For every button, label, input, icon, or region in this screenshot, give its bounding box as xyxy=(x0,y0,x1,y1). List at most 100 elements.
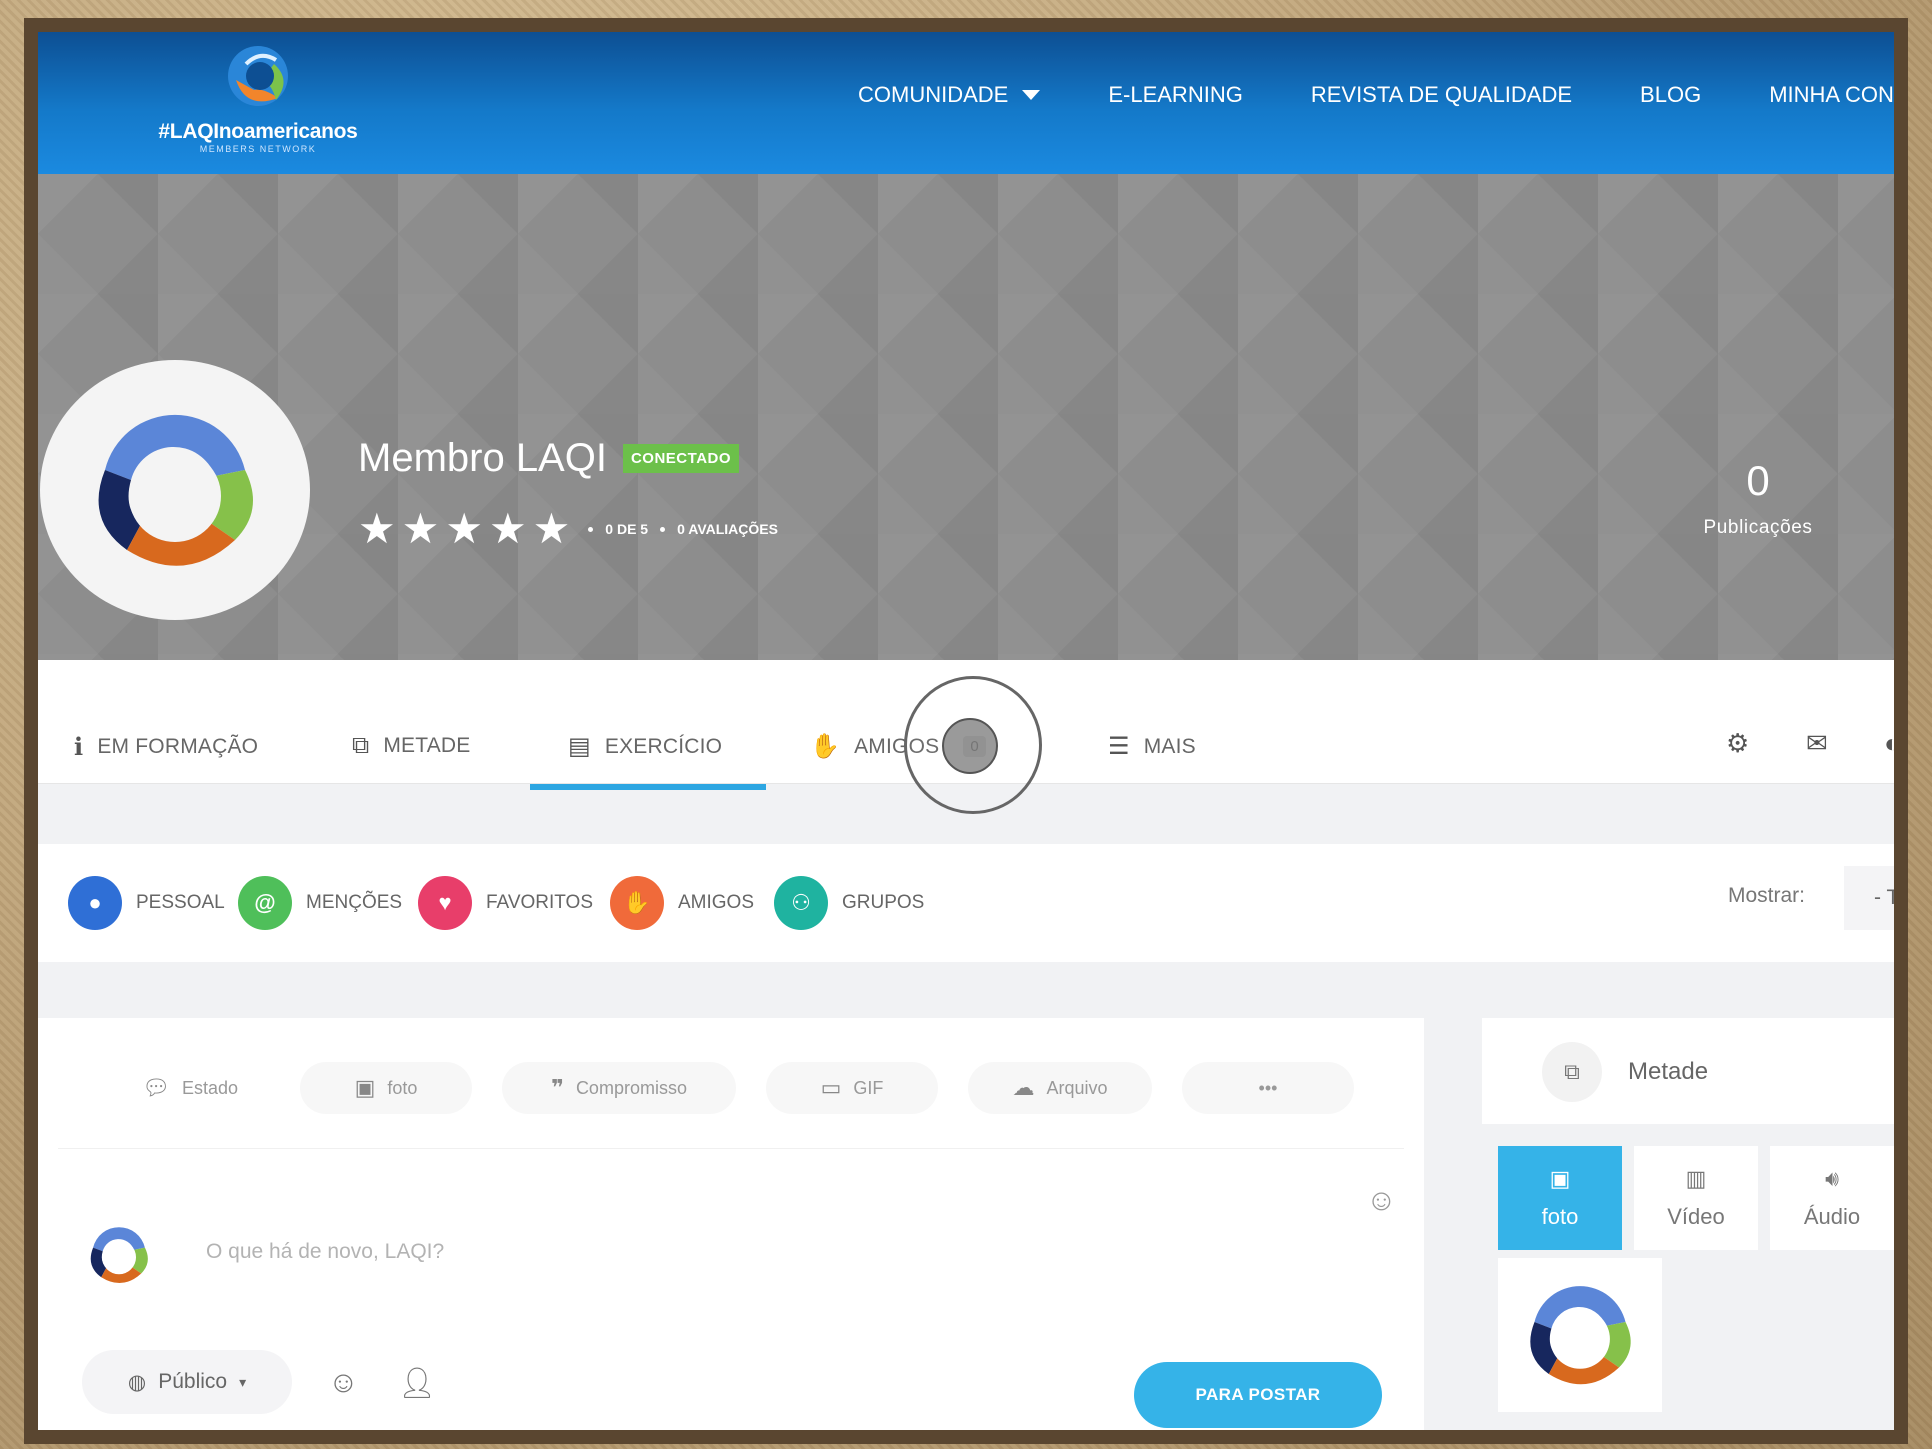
group-icon: ⚇ xyxy=(774,876,828,930)
media-thumbnail[interactable] xyxy=(1498,1258,1662,1412)
media-widget-header: ⧉ Metade xyxy=(1482,1018,1894,1124)
heart-icon: ♥ xyxy=(418,876,472,930)
privacy-select[interactable]: ◍ Público ▾ xyxy=(82,1350,292,1414)
id-card-icon: ▤ xyxy=(568,733,591,760)
filter-label: FAVORITOS xyxy=(486,892,593,913)
browser-screen: #LAQInoamericanos MEMBERS NETWORK COMUNI… xyxy=(38,32,1894,1430)
laqi-logo-icon xyxy=(98,414,253,566)
media-tab-label: Vídeo xyxy=(1667,1204,1725,1229)
image-icon: ▣ xyxy=(1549,1166,1571,1191)
nav-item-minha-conta[interactable]: MINHA CON xyxy=(1769,82,1894,108)
nav-item-blog[interactable]: BLOG xyxy=(1640,82,1701,108)
logo-text: #LAQInoamericanos xyxy=(158,120,358,143)
separator-dot xyxy=(660,526,666,532)
photo-frame: #LAQInoamericanos MEMBERS NETWORK COMUNI… xyxy=(24,18,1908,1444)
activity-filter-bar: ● PESSOAL @ MENÇÕES ♥ FAVORITOS ✋ AMIGOS… xyxy=(38,844,1894,962)
composer-avatar xyxy=(82,1218,156,1292)
touch-point-indicator xyxy=(942,718,998,774)
post-button[interactable]: PARA POSTAR xyxy=(1134,1362,1382,1428)
rating-meta: 0 DE 5 0 AVALIAÇÕES xyxy=(588,521,778,537)
stat-value: 0 xyxy=(1746,457,1770,504)
chat-icon: 💬︎ xyxy=(142,1075,170,1100)
nav-item-comunidade[interactable]: COMUNIDADE xyxy=(858,82,1041,108)
filter-label: AMIGOS xyxy=(678,892,755,913)
caret-down-icon xyxy=(1022,90,1041,100)
stat-publicacoes[interactable]: 0 Publicações xyxy=(1678,457,1838,539)
globe-icon[interactable]: ◐ xyxy=(1884,728,1894,759)
tab-mais[interactable]: ☰ MAIS xyxy=(1108,732,1196,761)
logo-mark-icon xyxy=(228,46,288,106)
post-composer: 💬︎ Estado ▣ foto ❞ Compromisso ▭ GIF ☁ A… xyxy=(38,1018,1424,1430)
reviews-count: 0 AVALIAÇÕES xyxy=(677,521,778,537)
tab-metade[interactable]: ⧉ METADE xyxy=(352,732,471,760)
star-rating[interactable]: ★ ★ ★ ★ ★ xyxy=(358,508,570,550)
composer-tab-arquivo[interactable]: ☁ Arquivo xyxy=(968,1062,1152,1114)
composer-tab-compromisso[interactable]: ❞ Compromisso xyxy=(502,1062,736,1114)
gif-icon: ▭ xyxy=(820,1075,842,1100)
tab-label: EXERCÍCIO xyxy=(604,734,723,758)
composer-tab-estado[interactable]: 💬︎ Estado xyxy=(110,1062,270,1114)
media-tab-video[interactable]: ▥ Vídeo xyxy=(1634,1146,1758,1250)
logo-subtitle: MEMBERS NETWORK xyxy=(199,144,317,154)
profile-name: Membro LAQI CONECTADO xyxy=(358,436,740,481)
composer-tab-label: Estado xyxy=(181,1077,238,1098)
filter-grupos[interactable]: ⚇ GRUPOS xyxy=(774,876,924,930)
tab-em-formacao[interactable]: i EM FORMAÇÃO xyxy=(74,732,258,761)
nav-item-label: COMUNIDADE xyxy=(858,82,1009,107)
star-icon: ★ xyxy=(358,505,396,552)
separator-dot xyxy=(588,526,594,532)
filter-label: MENÇÕES xyxy=(306,892,403,913)
laqi-logo-icon xyxy=(90,1227,148,1284)
composer-tab-more[interactable]: ••• xyxy=(1182,1062,1354,1114)
nav-item-e-learning[interactable]: E-LEARNING xyxy=(1108,82,1242,108)
composer-tab-label: Compromisso xyxy=(575,1077,687,1098)
info-icon: i xyxy=(74,732,84,761)
composer-tab-label: GIF xyxy=(853,1077,884,1098)
media-icon: ⧉ xyxy=(1542,1042,1602,1102)
composer-tab-foto[interactable]: ▣ foto xyxy=(300,1062,472,1114)
show-select[interactable]: - T xyxy=(1844,866,1894,930)
profile-name-text: Membro LAQI xyxy=(358,436,607,480)
emoji-icon[interactable]: ☺ xyxy=(1366,1184,1397,1218)
composer-tab-gif[interactable]: ▭ GIF xyxy=(766,1062,938,1114)
composer-divider xyxy=(58,1148,1404,1149)
filter-mencoes[interactable]: @ MENÇÕES xyxy=(238,876,402,930)
active-tab-indicator xyxy=(530,784,766,790)
laqi-logo-icon xyxy=(1530,1286,1631,1385)
media-tab-label: foto xyxy=(1541,1204,1579,1229)
menu-icon: ☰ xyxy=(1108,733,1130,760)
chevron-down-icon: ▾ xyxy=(239,1373,247,1390)
mail-icon[interactable]: ✉ xyxy=(1806,728,1828,759)
star-icon: ★ xyxy=(401,505,440,552)
photo-icon: ▣ xyxy=(354,1075,376,1100)
globe-icon: ◍ xyxy=(127,1370,147,1394)
tab-exercicio[interactable]: ▤ EXERCÍCIO xyxy=(568,732,722,761)
post-text-input[interactable] xyxy=(206,1240,1306,1264)
composer-tab-label: foto xyxy=(387,1077,418,1098)
media-icon: ⧉ xyxy=(352,732,370,759)
star-icon: ★ xyxy=(488,505,527,552)
media-tab-foto[interactable]: ▣ foto xyxy=(1498,1146,1622,1250)
star-icon: ★ xyxy=(445,505,483,552)
tag-user-icon[interactable]: 👤︎ xyxy=(398,1366,436,1401)
media-tab-audio[interactable]: 🔊︎ Áudio xyxy=(1770,1146,1894,1250)
handshake-icon: ✋ xyxy=(610,876,664,930)
show-label: Mostrar: xyxy=(1728,884,1806,907)
cloud-upload-icon: ☁ xyxy=(1012,1075,1035,1100)
gift-icon[interactable]: ⚙ xyxy=(1726,728,1749,759)
filter-amigos[interactable]: ✋ AMIGOS xyxy=(610,876,754,930)
top-navigation: #LAQInoamericanos MEMBERS NETWORK COMUNI… xyxy=(38,32,1894,174)
tab-label: MAIS xyxy=(1143,734,1196,758)
user-icon: ● xyxy=(68,876,122,930)
profile-avatar[interactable] xyxy=(40,360,310,620)
nav-item-revista[interactable]: REVISTA DE QUALIDADE xyxy=(1311,82,1572,108)
film-icon: ▥ xyxy=(1685,1166,1707,1191)
quote-icon: ❞ xyxy=(551,1075,564,1100)
filter-label: PESSOAL xyxy=(136,892,225,913)
filter-favoritos[interactable]: ♥ FAVORITOS xyxy=(418,876,593,930)
site-logo[interactable]: #LAQInoamericanos MEMBERS NETWORK xyxy=(138,40,378,160)
emoji-icon[interactable]: ☺ xyxy=(328,1366,359,1400)
filter-pessoal[interactable]: ● PESSOAL xyxy=(68,876,225,930)
media-tab-label: Áudio xyxy=(1803,1204,1861,1229)
tab-label: METADE xyxy=(383,734,471,757)
